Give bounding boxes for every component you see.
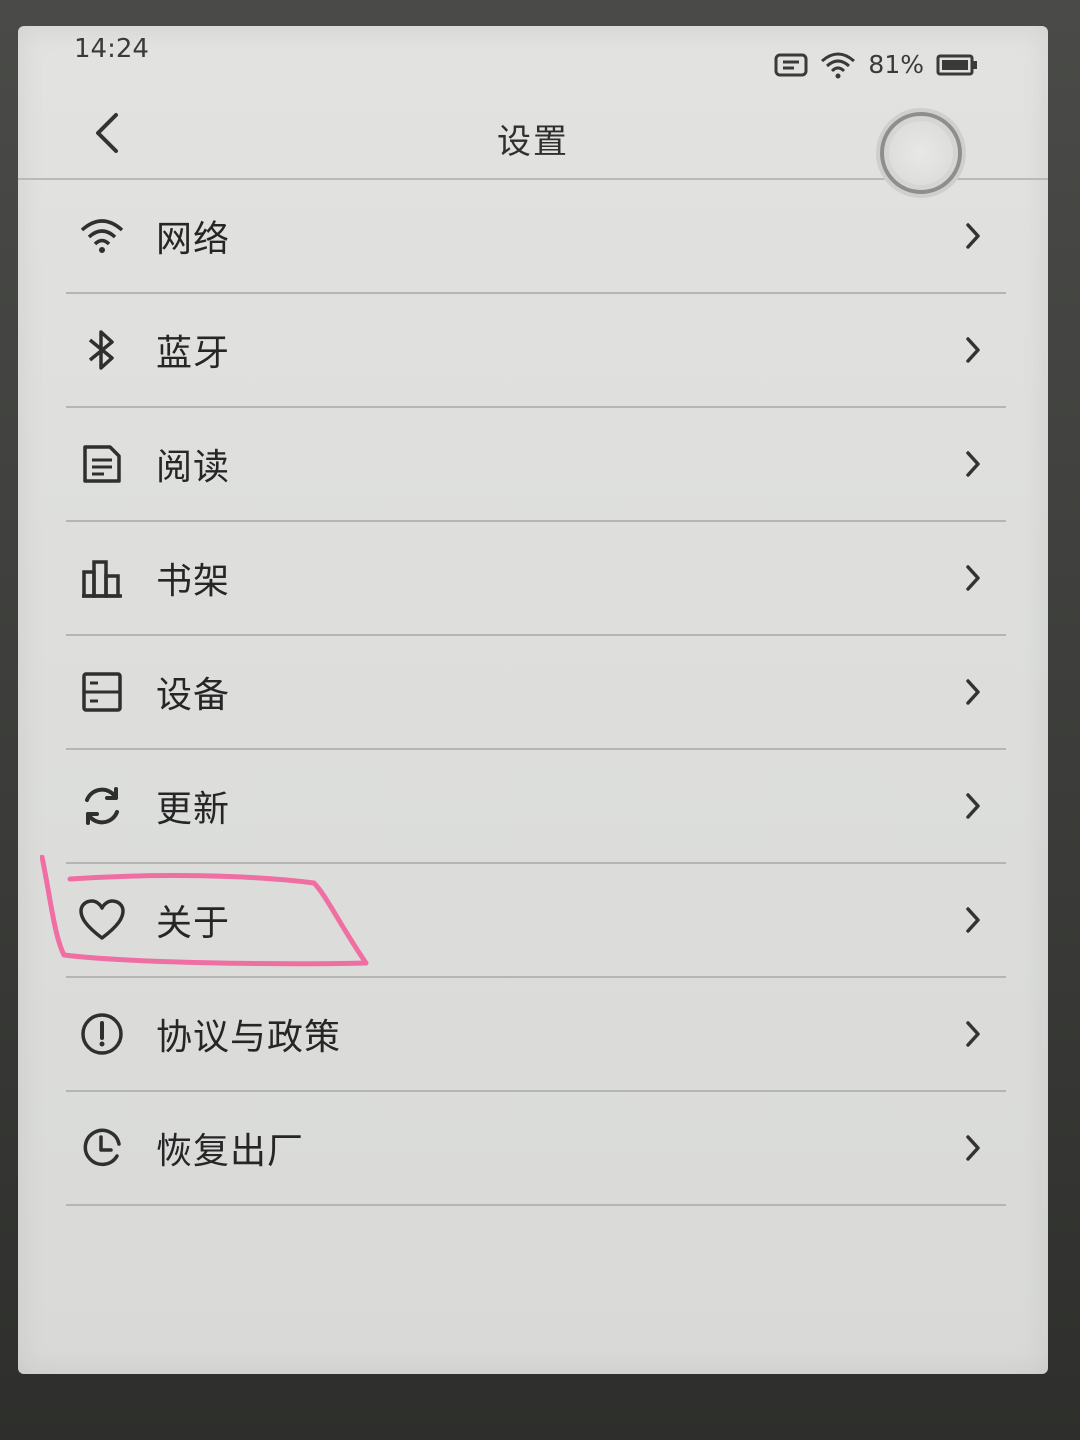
chevron-right-icon [958, 1128, 988, 1168]
info-circle-icon [72, 1004, 132, 1064]
e-reader-screen: 14:24 81% 设置 网络 蓝牙 阅读 书架 设备 更新 关于 协议与政策 … [18, 26, 1048, 1374]
wifi-icon [72, 206, 132, 266]
menu-item-label: 关于 [156, 903, 231, 944]
chevron-right-icon [958, 786, 988, 826]
menu-item-label: 阅读 [156, 447, 231, 488]
heart-icon [72, 890, 132, 950]
chevron-right-icon [958, 444, 988, 484]
chevron-right-icon [958, 216, 988, 256]
menu-item-bookshelf[interactable]: 书架 [66, 522, 1006, 636]
menu-item-label: 协议与政策 [156, 1017, 342, 1058]
menu-item-about[interactable]: 关于 [66, 864, 1006, 978]
menu-item-label: 更新 [156, 789, 231, 830]
menu-item-label: 恢复出厂 [156, 1131, 305, 1172]
menu-item-label: 书架 [156, 561, 231, 602]
bookshelf-icon [72, 548, 132, 608]
menu-item-policy[interactable]: 协议与政策 [66, 978, 1006, 1092]
settings-menu: 网络 蓝牙 阅读 书架 设备 更新 关于 协议与政策 恢复出厂 [66, 180, 1006, 1206]
device-icon [72, 662, 132, 722]
menu-item-label: 蓝牙 [156, 333, 231, 374]
chevron-right-icon [958, 330, 988, 370]
status-time: 14:24 [74, 34, 149, 64]
menu-item-label: 设备 [156, 675, 231, 716]
menu-item-bluetooth[interactable]: 蓝牙 [66, 294, 1006, 408]
menu-item-label: 网络 [156, 219, 231, 260]
document-icon [72, 434, 132, 494]
menu-item-update[interactable]: 更新 [66, 750, 1006, 864]
menu-item-reading[interactable]: 阅读 [66, 408, 1006, 522]
refresh-icon [72, 776, 132, 836]
chevron-right-icon [958, 1014, 988, 1054]
menu-item-network[interactable]: 网络 [66, 180, 1006, 294]
clock-reset-icon [72, 1118, 132, 1178]
chevron-right-icon [958, 558, 988, 598]
bluetooth-icon [72, 320, 132, 380]
chevron-right-icon [958, 900, 988, 940]
status-icons: 81% [774, 50, 978, 79]
menu-item-factory-reset[interactable]: 恢复出厂 [66, 1092, 1006, 1206]
message-icon [774, 52, 808, 78]
menu-item-device[interactable]: 设备 [66, 636, 1006, 750]
battery-icon [936, 53, 978, 77]
battery-percent: 81% [868, 50, 924, 79]
wifi-icon [820, 51, 856, 79]
status-bar: 14:24 81% [18, 26, 1048, 96]
chevron-right-icon [958, 672, 988, 712]
